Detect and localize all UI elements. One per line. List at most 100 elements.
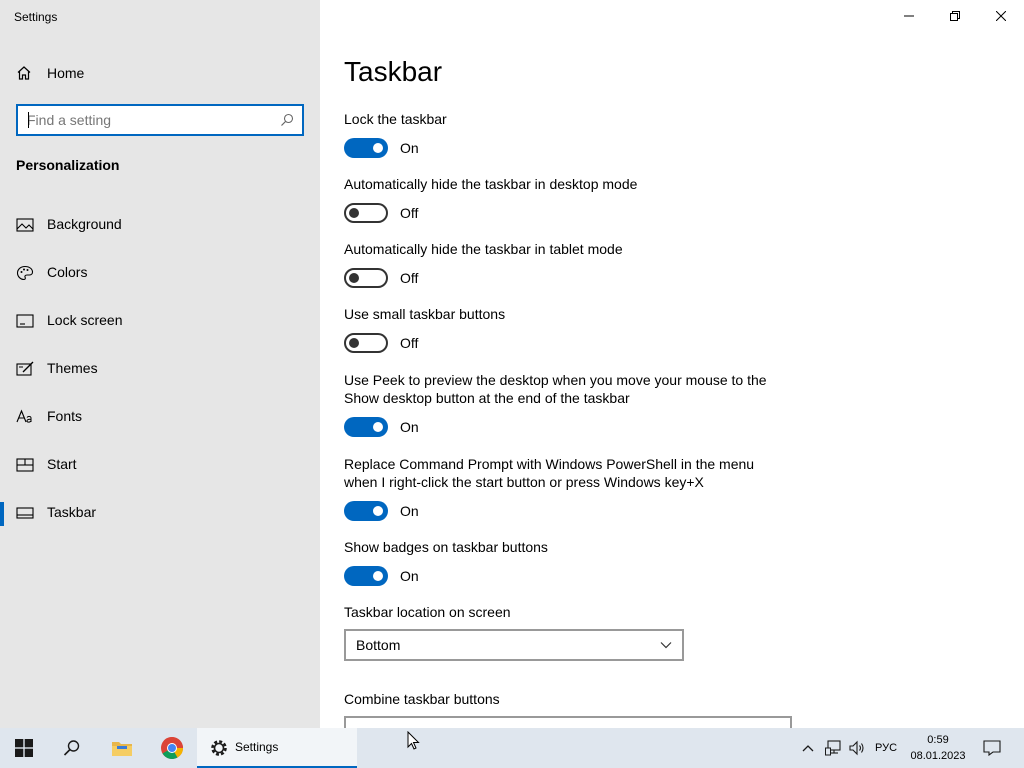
setting-combine: Combine taskbar buttons bbox=[344, 690, 804, 708]
sidebar-item-label: Themes bbox=[47, 360, 98, 376]
sidebar-item-colors[interactable]: Colors bbox=[0, 253, 320, 293]
toggle-row: On bbox=[344, 566, 419, 586]
setting-peek: Use Peek to preview the desktop when you… bbox=[344, 371, 784, 437]
chevron-down-icon bbox=[660, 642, 672, 649]
sidebar-item-label: Fonts bbox=[47, 408, 83, 424]
taskbar-search-button[interactable] bbox=[48, 728, 96, 768]
setting-powershell: Replace Command Prompt with Windows Powe… bbox=[344, 455, 784, 521]
network-icon bbox=[825, 740, 841, 756]
lock-taskbar-toggle[interactable] bbox=[344, 138, 388, 158]
sidebar: Settings Home Personalization Background… bbox=[0, 0, 320, 728]
autohide-tablet-toggle[interactable] bbox=[344, 268, 388, 288]
window-controls bbox=[886, 0, 1024, 32]
search-icon bbox=[63, 740, 80, 756]
gear-icon bbox=[211, 740, 227, 756]
home-icon bbox=[17, 66, 31, 80]
sidebar-item-label: Lock screen bbox=[47, 312, 123, 328]
palette-icon bbox=[16, 265, 34, 281]
powershell-toggle[interactable] bbox=[344, 501, 388, 521]
sidebar-item-lock-screen[interactable]: Lock screen bbox=[0, 301, 320, 341]
toggle-row: On bbox=[344, 417, 419, 437]
taskbar-icon bbox=[16, 507, 34, 519]
small-buttons-toggle[interactable] bbox=[344, 333, 388, 353]
notification-button[interactable] bbox=[976, 728, 1008, 768]
toggle-state: Off bbox=[400, 335, 419, 351]
sidebar-item-label: Background bbox=[47, 216, 122, 232]
home-nav-item[interactable]: Home bbox=[16, 62, 84, 84]
toggle-knob bbox=[373, 506, 383, 516]
themes-icon bbox=[16, 361, 34, 376]
toggle-state: Off bbox=[400, 270, 419, 286]
text-caret bbox=[28, 112, 29, 128]
lock-screen-icon bbox=[16, 314, 34, 328]
toggle-state: On bbox=[400, 503, 419, 519]
chevron-up-icon bbox=[802, 745, 814, 752]
combine-label: Combine taskbar buttons bbox=[344, 691, 500, 707]
chrome-button[interactable] bbox=[148, 728, 196, 768]
minimize-icon bbox=[904, 15, 914, 17]
language-indicator[interactable]: РУС bbox=[870, 728, 902, 768]
toggle-knob bbox=[373, 422, 383, 432]
search-box[interactable] bbox=[16, 104, 304, 136]
sidebar-item-fonts[interactable]: Fonts bbox=[0, 397, 320, 437]
combine-dropdown[interactable] bbox=[344, 716, 792, 728]
start-icon bbox=[16, 458, 34, 472]
taskbar-settings-app[interactable]: Settings bbox=[197, 728, 357, 768]
toggle-row: Off bbox=[344, 333, 418, 353]
toggle-row: Off bbox=[344, 268, 418, 288]
folder-icon bbox=[112, 742, 132, 756]
setting-description: Automatically hide the taskbar in deskto… bbox=[344, 176, 638, 192]
sidebar-item-taskbar[interactable]: Taskbar bbox=[0, 493, 320, 533]
windows-logo-icon bbox=[15, 739, 33, 757]
volume-icon bbox=[849, 740, 864, 756]
setting-autohide-desktop: Automatically hide the taskbar in deskto… bbox=[344, 175, 804, 223]
sidebar-item-themes[interactable]: Themes bbox=[0, 349, 320, 389]
toggle-state: On bbox=[400, 419, 419, 435]
autohide-desktop-toggle[interactable] bbox=[344, 203, 388, 223]
location-label: Taskbar location on screen bbox=[344, 604, 511, 620]
image-icon bbox=[16, 218, 34, 232]
page-title: Taskbar bbox=[344, 56, 443, 87]
setting-description: Automatically hide the taskbar in tablet… bbox=[344, 241, 623, 257]
toggle-state: On bbox=[400, 140, 419, 156]
sidebar-item-background[interactable]: Background bbox=[0, 205, 320, 245]
chrome-icon bbox=[161, 737, 183, 759]
toggle-knob bbox=[349, 208, 359, 218]
file-explorer-button[interactable] bbox=[98, 728, 146, 768]
section-title: Personalization bbox=[16, 157, 120, 173]
close-button[interactable] bbox=[978, 0, 1024, 32]
setting-location: Taskbar location on screen bbox=[344, 603, 804, 621]
setting-lock-taskbar: Lock the taskbar On bbox=[344, 110, 804, 158]
search-icon[interactable] bbox=[280, 113, 294, 127]
location-dropdown[interactable]: Bottom bbox=[344, 629, 684, 661]
minimize-button[interactable] bbox=[886, 0, 932, 32]
setting-description: Lock the taskbar bbox=[344, 111, 447, 127]
sidebar-item-label: Taskbar bbox=[47, 504, 97, 520]
setting-badges: Show badges on taskbar buttons On bbox=[344, 538, 804, 586]
setting-description: Show badges on taskbar buttons bbox=[344, 539, 548, 555]
search-input[interactable] bbox=[27, 111, 267, 129]
start-button[interactable] bbox=[0, 728, 48, 768]
volume-button[interactable] bbox=[846, 728, 868, 768]
mouse-cursor-icon bbox=[407, 731, 420, 750]
tray-overflow-button[interactable] bbox=[798, 728, 818, 768]
restore-button[interactable] bbox=[932, 0, 978, 32]
toggle-knob bbox=[373, 571, 383, 581]
sidebar-item-label: Start bbox=[47, 456, 77, 472]
badges-toggle[interactable] bbox=[344, 566, 388, 586]
clock-time: 0:59 bbox=[927, 734, 949, 746]
setting-description: Replace Command Prompt with Windows Powe… bbox=[344, 456, 755, 490]
clock[interactable]: 0:59 08.01.2023 bbox=[904, 732, 972, 764]
toggle-row: Off bbox=[344, 203, 418, 223]
main-content: Taskbar Lock the taskbar On Automaticall… bbox=[320, 0, 1024, 728]
close-icon bbox=[996, 11, 1006, 21]
toggle-row: On bbox=[344, 501, 419, 521]
taskbar-app-label: Settings bbox=[235, 740, 279, 754]
network-button[interactable] bbox=[822, 728, 844, 768]
toggle-knob bbox=[373, 143, 383, 153]
sidebar-item-start[interactable]: Start bbox=[0, 445, 320, 485]
notification-icon bbox=[983, 740, 1001, 756]
peek-toggle[interactable] bbox=[344, 417, 388, 437]
home-label: Home bbox=[47, 65, 85, 81]
setting-description: Use Peek to preview the desktop when you… bbox=[344, 372, 767, 406]
